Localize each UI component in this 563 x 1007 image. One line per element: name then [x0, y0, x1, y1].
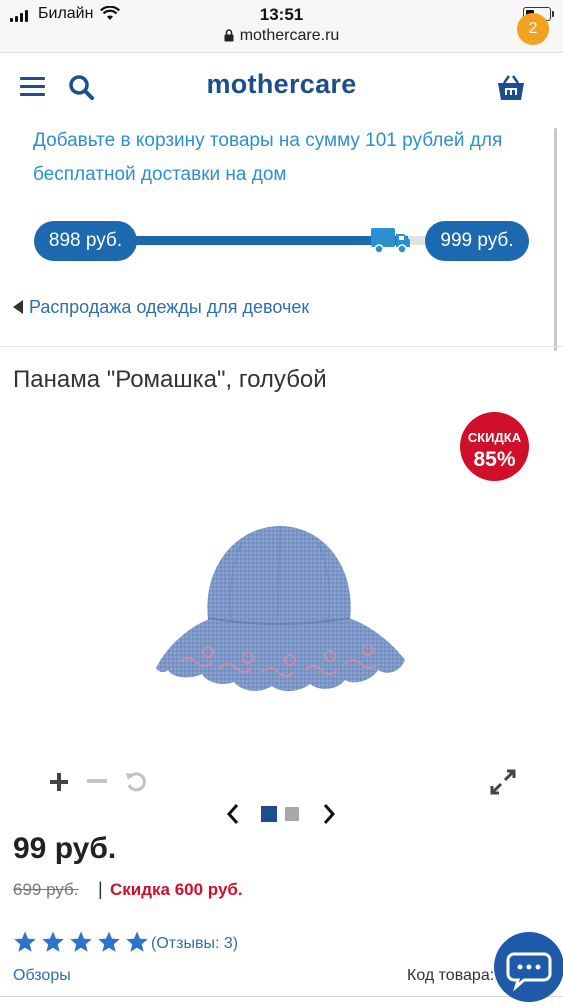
site-header: mothercare [0, 53, 563, 123]
url-text: mothercare.ru [239, 27, 340, 44]
price-separator: | [98, 879, 103, 899]
star-icon [98, 931, 120, 952]
discount-badge: СКИДКА 85% [460, 412, 529, 481]
product-price: 99 руб. [13, 832, 117, 865]
lock-icon [224, 29, 234, 42]
clock: 13:51 [259, 5, 304, 24]
back-arrow-icon [13, 300, 23, 314]
rotate-icon[interactable] [124, 769, 148, 793]
current-cart-total: 898 руб. [34, 221, 137, 261]
star-icon [70, 931, 92, 952]
gallery-dot[interactable] [285, 807, 299, 821]
star-icon [42, 931, 64, 952]
address-bar[interactable]: mothercare.ru [0, 27, 563, 45]
zoom-in-icon[interactable] [49, 772, 69, 792]
gallery-dot-active[interactable] [261, 806, 277, 822]
product-code-label: Код товара: [407, 967, 495, 984]
discount-badge-percent: 85% [473, 448, 516, 471]
chat-icon [506, 952, 552, 992]
discount-amount: Скидка 600 руб. [110, 880, 243, 899]
cart-count-badge[interactable]: 2 [517, 13, 549, 45]
product-title: Панама "Ромашка", голубой [13, 366, 327, 393]
delivery-progress-fill [120, 236, 408, 245]
reviews-count-link[interactable]: (Отзывы: 3) [151, 935, 238, 953]
site-logo[interactable]: mothercare [0, 69, 563, 100]
status-bar: Билайн 13:51 mothercare.ru [0, 0, 563, 53]
free-delivery-message: Добавьте в корзину товары на сумму 101 р… [33, 130, 503, 185]
chat-button[interactable] [494, 932, 563, 1002]
old-price: 699 руб. [13, 880, 79, 899]
divider [0, 346, 563, 347]
divider [0, 996, 563, 997]
star-icon [14, 931, 36, 952]
cart-icon[interactable] [496, 73, 526, 103]
discount-badge-label: СКИДКА [467, 430, 522, 445]
reviews-tab-link[interactable]: Обзоры [13, 967, 71, 985]
chevron-right-icon[interactable] [321, 802, 337, 826]
product-image[interactable] [150, 520, 410, 710]
breadcrumb-link[interactable]: Распродажа одежды для девочек [29, 297, 309, 317]
free-delivery-threshold: 999 руб. [425, 221, 529, 261]
chevron-left-icon[interactable] [225, 802, 241, 826]
scrollbar[interactable] [554, 128, 557, 351]
fullscreen-icon[interactable] [489, 768, 517, 796]
rating-stars[interactable] [13, 930, 149, 954]
zoom-out-icon[interactable] [87, 779, 107, 783]
breadcrumb[interactable]: Распродажа одежды для девочек [13, 297, 309, 318]
delivery-truck-icon [371, 228, 410, 254]
star-icon [126, 931, 148, 952]
